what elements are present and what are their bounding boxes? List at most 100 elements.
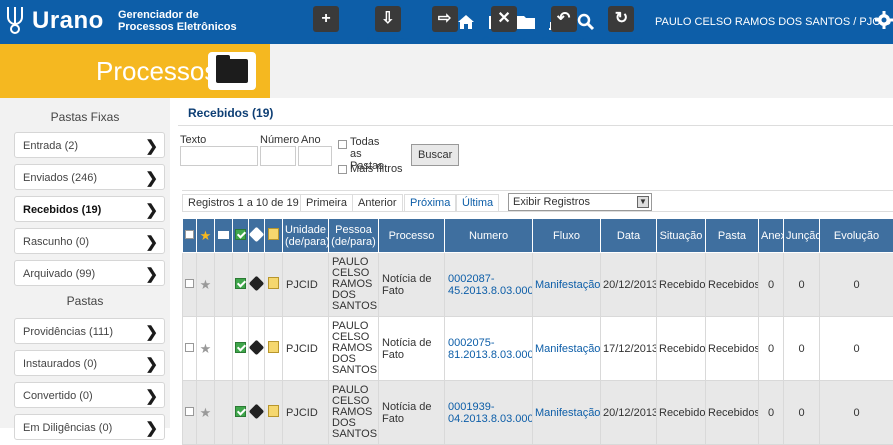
brand-subtitle: Gerenciador de Processos Eletrônicos bbox=[118, 9, 237, 33]
check-icon bbox=[233, 381, 249, 445]
star-icon: ★ bbox=[197, 219, 215, 253]
column-header[interactable]: Pasta bbox=[706, 219, 759, 253]
star-icon[interactable]: ★ bbox=[197, 253, 215, 317]
new-button[interactable]: + Novo bbox=[313, 6, 339, 47]
note-icon bbox=[265, 219, 283, 253]
mail-cell bbox=[215, 253, 233, 317]
column-header[interactable]: Data bbox=[601, 219, 657, 253]
send-button[interactable]: ⇨ Enviar bbox=[429, 6, 460, 47]
sidebar-item-enviados[interactable]: Enviados (246)❯ bbox=[14, 164, 165, 190]
cell-numero[interactable]: 0002087-45.2013.8.03.0001 bbox=[445, 253, 533, 317]
note-icon[interactable] bbox=[265, 317, 283, 381]
select-all-checkbox[interactable] bbox=[183, 219, 197, 253]
cell-fluxo[interactable]: Manifestação bbox=[533, 317, 601, 381]
cell-fluxo[interactable]: Manifestação bbox=[533, 381, 601, 445]
cell-situacao: Recebido bbox=[657, 253, 706, 317]
sidebar-item-arquivado[interactable]: Arquivado (99)❯ bbox=[14, 260, 165, 286]
ano-input[interactable] bbox=[298, 146, 332, 166]
row-checkbox[interactable] bbox=[183, 317, 197, 381]
cell-anex: 0 bbox=[759, 317, 784, 381]
cell-data: 20/12/2013 bbox=[601, 381, 657, 445]
check-icon bbox=[233, 253, 249, 317]
cell-unidade: PJCID bbox=[283, 317, 329, 381]
chevron-down-icon: ▼ bbox=[637, 196, 649, 208]
column-header[interactable]: Evolução bbox=[820, 219, 893, 253]
cell-processo: Notícia de Fato bbox=[379, 253, 445, 317]
tag-icon[interactable] bbox=[249, 317, 265, 381]
sidebar: Pastas Fixas Entrada (2)❯ Enviados (246)… bbox=[0, 98, 170, 428]
previous-page-button[interactable]: Anterior bbox=[352, 194, 403, 212]
refresh-button[interactable]: ↻ Atualizar bbox=[600, 6, 643, 47]
next-page-button[interactable]: Próxima bbox=[404, 194, 456, 212]
sidebar-item-convertido[interactable]: Convertido (0)❯ bbox=[14, 382, 165, 408]
refresh-icon: ↻ bbox=[608, 6, 634, 32]
cell-pasta: Recebidos bbox=[706, 253, 759, 317]
column-header[interactable]: Pessoa (de/para) bbox=[329, 219, 379, 253]
mail-icon bbox=[215, 219, 233, 253]
page-title: Recebidos (19) bbox=[178, 106, 893, 126]
tag-icon[interactable] bbox=[249, 253, 265, 317]
mais-filtros-checkbox[interactable] bbox=[338, 165, 347, 174]
cell-pessoa: PAULO CELSO RAMOS DOS SANTOS bbox=[329, 317, 379, 381]
row-checkbox[interactable] bbox=[183, 381, 197, 445]
cell-data: 17/12/2013 bbox=[601, 317, 657, 381]
chevron-right-icon: ❯ bbox=[145, 137, 158, 155]
cell-fluxo[interactable]: Manifestação bbox=[533, 253, 601, 317]
texto-input[interactable] bbox=[180, 146, 258, 166]
note-icon[interactable] bbox=[265, 253, 283, 317]
user-name[interactable]: PAULO CELSO RAMOS DOS SANTOS / PJCID bbox=[655, 16, 891, 28]
texto-label: Texto bbox=[180, 134, 206, 146]
gear-icon[interactable] bbox=[874, 10, 893, 30]
pager: Registros 1 a 10 de 19 Primeira Anterior… bbox=[182, 190, 893, 212]
chevron-right-icon: ❯ bbox=[145, 355, 158, 373]
star-icon[interactable]: ★ bbox=[197, 317, 215, 381]
section-banner: Processos bbox=[0, 44, 270, 98]
cell-numero[interactable]: 0002075-81.2013.8.03.0001 bbox=[445, 317, 533, 381]
sidebar-item-rascunho[interactable]: Rascunho (0)❯ bbox=[14, 228, 165, 254]
cell-numero[interactable]: 0001939-04.2013.8.03.0001 bbox=[445, 381, 533, 445]
records-per-page-select[interactable]: Exibir Registros ▼ bbox=[508, 193, 652, 211]
chevron-right-icon: ❯ bbox=[145, 419, 158, 437]
column-header[interactable]: Situação bbox=[657, 219, 706, 253]
tag-icon[interactable] bbox=[249, 381, 265, 445]
mail-cell bbox=[215, 317, 233, 381]
cell-juncao: 0 bbox=[784, 317, 820, 381]
inbox-icon: ⇩ bbox=[375, 6, 401, 32]
column-header[interactable]: Anex bbox=[759, 219, 784, 253]
mais-filtros-label: Mais filtros bbox=[350, 163, 403, 175]
note-icon[interactable] bbox=[265, 381, 283, 445]
return-button[interactable]: ↶ Devolver bbox=[542, 6, 585, 47]
cell-pasta: Recebidos bbox=[706, 317, 759, 381]
cell-juncao: 0 bbox=[784, 381, 820, 445]
sidebar-item-recebidos[interactable]: Recebidos (19)❯ bbox=[14, 196, 165, 222]
table-row[interactable]: ★ PJCID PAULO CELSO RAMOS DOS SANTOS Not… bbox=[183, 317, 893, 381]
last-page-button[interactable]: Última bbox=[456, 194, 499, 212]
row-checkbox[interactable] bbox=[183, 253, 197, 317]
first-page-button[interactable]: Primeira bbox=[300, 194, 353, 212]
sidebar-item-providencias[interactable]: Providências (111)❯ bbox=[14, 318, 165, 344]
main-content: Recebidos (19) Texto Número Ano Todas as… bbox=[178, 102, 893, 428]
column-header[interactable]: Processo bbox=[379, 219, 445, 253]
numero-input[interactable] bbox=[260, 146, 296, 166]
column-header[interactable]: Numero bbox=[445, 219, 533, 253]
column-header[interactable]: Unidade (de/para) bbox=[283, 219, 329, 253]
cell-pessoa: PAULO CELSO RAMOS DOS SANTOS bbox=[329, 381, 379, 445]
table-row[interactable]: ★ PJCID PAULO CELSO RAMOS DOS SANTOS Not… bbox=[183, 253, 893, 317]
numero-label: Número bbox=[260, 134, 299, 146]
sidebar-item-entrada[interactable]: Entrada (2)❯ bbox=[14, 132, 165, 158]
sidebar-item-instaurados[interactable]: Instaurados (0)❯ bbox=[14, 350, 165, 376]
table-row[interactable]: ★ PJCID PAULO CELSO RAMOS DOS SANTOS Not… bbox=[183, 381, 893, 445]
cancel-button[interactable]: ✕ Cancelar bbox=[482, 6, 526, 47]
return-icon: ↶ bbox=[551, 6, 577, 32]
column-header[interactable]: Junção bbox=[784, 219, 820, 253]
brand-name[interactable]: Urano bbox=[32, 7, 104, 35]
receive-button[interactable]: ⇩ Receber bbox=[367, 6, 409, 47]
check-icon bbox=[233, 317, 249, 381]
sidebar-item-em-diligencias[interactable]: Em Diligências (0)❯ bbox=[14, 414, 165, 440]
chevron-right-icon: ❯ bbox=[145, 233, 158, 251]
star-icon[interactable]: ★ bbox=[197, 381, 215, 445]
buscar-button[interactable]: Buscar bbox=[411, 144, 459, 166]
column-header[interactable]: Fluxo bbox=[533, 219, 601, 253]
cell-anex: 0 bbox=[759, 381, 784, 445]
cell-pessoa: PAULO CELSO RAMOS DOS SANTOS bbox=[329, 253, 379, 317]
